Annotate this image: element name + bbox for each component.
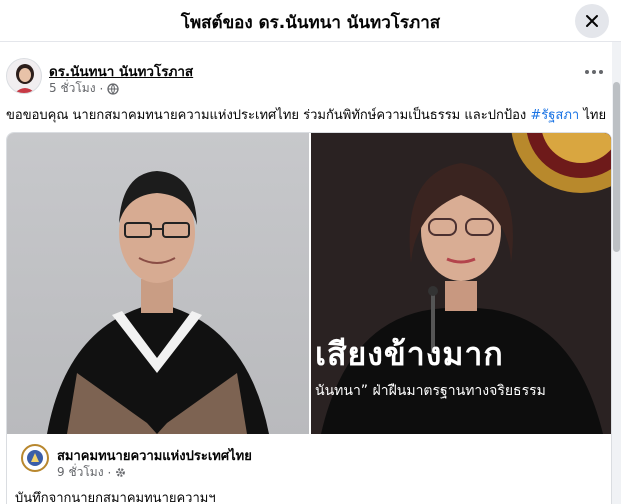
dot (599, 70, 603, 74)
more-options-button[interactable] (582, 64, 606, 80)
close-icon (586, 15, 598, 27)
overlay-headline: เสียงข้างมาก (315, 335, 504, 373)
overlay-caption: นันทนา” ฝ่าฝืนมาตรฐานทางจริยธรรม (315, 383, 546, 399)
shared-post-text: บันทึกจากนายกสมาคมทนายความฯ (15, 491, 216, 504)
meta-separator: · (99, 81, 104, 96)
post-text-after: ไทย (579, 108, 606, 123)
modal-header: โพสต์ของ ดร.นันทนา นันทวโรภาส (0, 0, 621, 42)
dot (585, 70, 589, 74)
gear-icon (116, 468, 126, 477)
dot (592, 70, 596, 74)
post: ดร.นันทนา นันทวโรภาส 5 ชั่วโมง · ขอขอบคุ… (0, 42, 612, 504)
shared-post-meta: 9 ชั่วโมง · (57, 463, 126, 482)
photo-woman-speaking[interactable]: เสียงข้างมาก นันทนา” ฝ่าฝืนมาตรฐานทางจริ… (311, 133, 611, 434)
avatar[interactable] (6, 58, 42, 94)
meta-separator: · (107, 465, 112, 480)
hashtag-link[interactable]: #รัฐสภา (530, 108, 579, 123)
shared-post-footer: สมาคมทนายความแห่งประเทศไทย 9 ชั่วโมง · บ… (7, 434, 611, 504)
scrollbar[interactable] (612, 42, 621, 504)
man-portrait (47, 171, 269, 434)
org-emblem-icon (27, 450, 43, 466)
photo-man-in-gown[interactable] (7, 133, 309, 434)
avatar-image (7, 59, 41, 93)
post-meta: 5 ชั่วโมง · (49, 79, 120, 98)
globe-icon (107, 82, 120, 95)
shared-post-time[interactable]: 9 ชั่วโมง (57, 463, 104, 482)
org-logo[interactable] (21, 444, 49, 472)
modal-title: โพสต์ของ ดร.นันทนา นันทวโรภาส (180, 13, 441, 33)
post-text: ขอขอบคุณ นายกสมาคมทนายความแห่งประเทศไทย … (6, 104, 606, 125)
shared-post[interactable]: เสียงข้างมาก นันทนา” ฝ่าฝืนมาตรฐานทางจริ… (6, 132, 612, 504)
close-button[interactable] (575, 4, 609, 38)
scrollbar-thumb[interactable] (613, 82, 620, 252)
post-time[interactable]: 5 ชั่วโมง (49, 79, 96, 98)
post-text-before: ขอขอบคุณ นายกสมาคมทนายความแห่งประเทศไทย … (6, 108, 531, 123)
